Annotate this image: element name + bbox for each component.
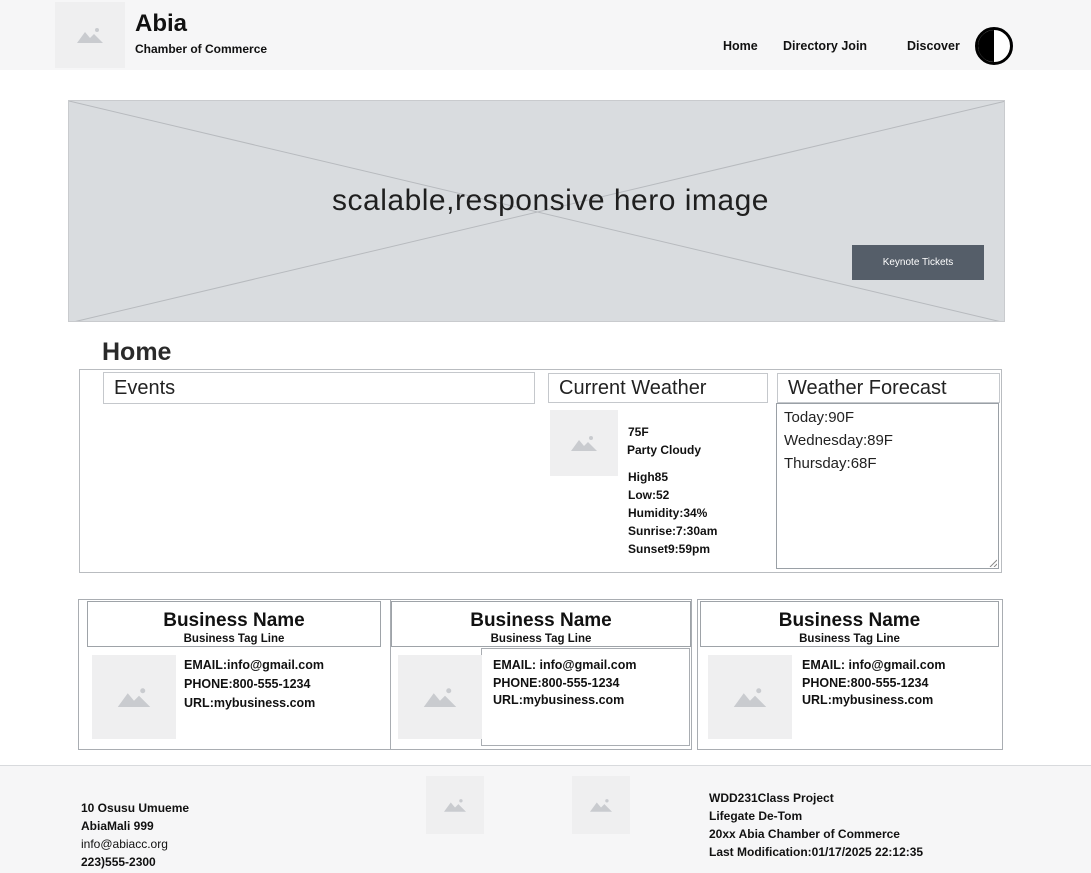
logo-placeholder[interactable] [55,2,125,68]
forecast-thursday: Thursday:68F [784,455,877,472]
business-card-header: Business Name Business Tag Line [87,601,381,647]
footer-phone: 223)555-2300 [81,855,156,869]
footer-author: Lifegate De-Tom [709,809,803,823]
weather-sunset: Sunset9:59pm [628,542,711,556]
forecast-textarea[interactable]: Today:90F Wednesday:89F Thursday:68F [776,403,999,569]
footer-copyright: 20xx Abia Chamber of Commerce [709,827,900,841]
resize-handle-icon[interactable] [989,559,997,567]
brand-subtitle: Chamber of Commerce [135,42,268,56]
footer-email[interactable]: info@abiacc.org [81,837,168,851]
business-phone: PHONE:800-555-1234 [493,676,620,690]
business-card: Business Name Business Tag Line EMAIL: i… [697,599,1003,750]
footer-last-modified: Last Modification:01/17/2025 22:12:35 [709,845,924,859]
weather-condition: Party Cloudy [627,443,702,457]
business-url[interactable]: URL:mybusiness.com [493,693,624,707]
events-heading: Events [103,372,535,404]
image-placeholder-icon [571,436,597,451]
site-header: Abia Chamber of Commerce Home Directory … [0,0,1091,70]
business-email: EMAIL:info@gmail.com [184,658,324,672]
hero-image: scalable,responsive hero image Keynote T… [68,100,1005,322]
nav-home[interactable]: Home [723,39,758,53]
contrast-icon[interactable] [975,27,1013,65]
image-placeholder-icon [590,799,612,812]
business-phone: PHONE:800-555-1234 [184,677,311,691]
weather-image-placeholder [550,410,618,476]
current-weather-heading: Current Weather [548,373,768,403]
image-placeholder-icon [77,28,103,43]
forecast-today: Today:90F [784,409,855,426]
footer-address-line: AbiaMali 999 [81,819,154,833]
image-placeholder-icon [423,688,457,707]
brand-name: Abia [135,10,188,37]
business-tagline: Business Tag Line [799,633,900,645]
weather-forecast-heading: Weather Forecast [777,373,1000,403]
nav-discover[interactable]: Discover [907,39,960,53]
business-card-header: Business Name Business Tag Line [391,601,691,647]
weather-high: High85 [628,470,669,484]
image-placeholder-icon [733,688,767,707]
keynote-tickets-button[interactable]: Keynote Tickets [852,245,984,280]
business-card: Business Name Business Tag Line EMAIL: i… [390,599,692,750]
hero-text: scalable,responsive hero image [332,184,769,217]
business-url[interactable]: URL:mybusiness.com [802,693,933,707]
business-email: EMAIL: info@gmail.com [802,658,946,672]
business-card: Business Name Business Tag Line EMAIL:in… [78,599,392,750]
business-tagline: Business Tag Line [490,633,592,645]
weather-humidity: Humidity:34% [628,506,708,520]
footer-address-line: 10 Osusu Umueme [81,801,190,815]
weather-temp: 75F [628,425,649,439]
business-name: Business Name [778,610,921,631]
forecast-wednesday: Wednesday:89F [784,432,893,449]
page-title: Home [102,338,172,366]
business-email: EMAIL: info@gmail.com [493,658,637,672]
weather-sunrise: Sunrise:7:30am [628,524,718,538]
business-card-header: Business Name Business Tag Line [700,601,999,647]
business-tagline: Business Tag Line [183,633,285,645]
business-url[interactable]: URL:mybusiness.com [184,696,315,710]
business-image-placeholder [398,655,482,739]
social-icon-placeholder[interactable] [426,776,484,834]
business-image-placeholder [708,655,792,739]
weather-low: Low:52 [628,488,670,502]
business-image-placeholder [92,655,176,739]
business-cards: Business Name Business Tag Line EMAIL:in… [78,599,1003,750]
business-name: Business Name [470,610,612,631]
footer-project-line: WDD231Class Project [709,791,834,805]
image-placeholder-icon [117,688,151,707]
site-footer: 10 Osusu Umueme AbiaMali 999 info@abiacc… [0,765,1091,873]
business-phone: PHONE:800-555-1234 [802,676,929,690]
image-placeholder-icon [444,799,466,812]
social-icon-placeholder[interactable] [572,776,630,834]
nav-directory-join[interactable]: Directory Join [783,39,867,53]
business-name: Business Name [163,610,305,631]
